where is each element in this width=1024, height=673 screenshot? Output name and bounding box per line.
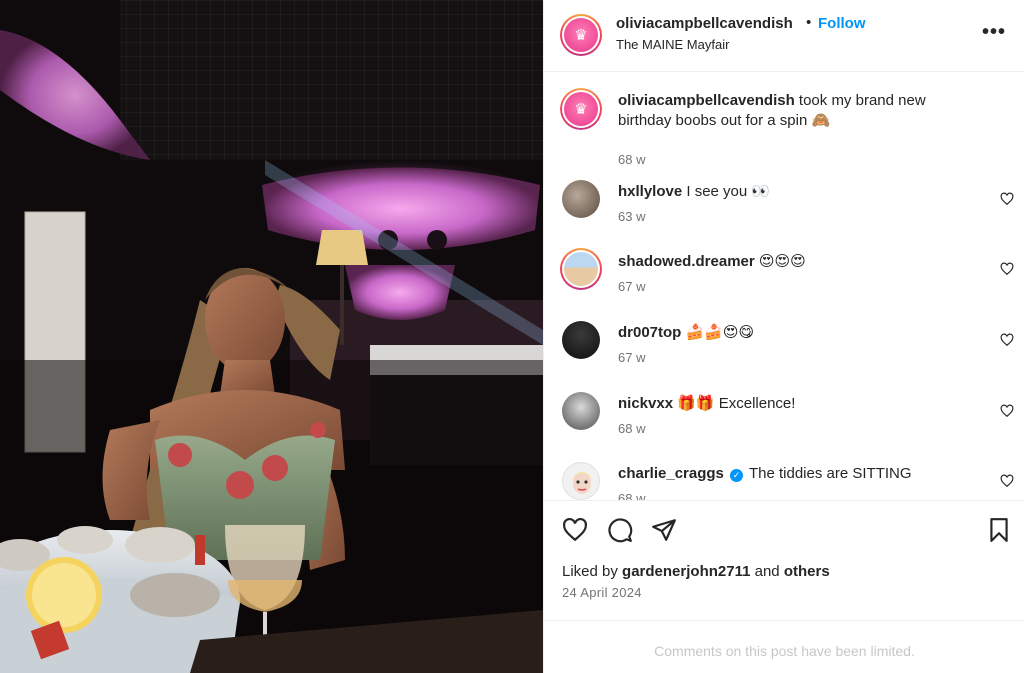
commenter-avatar[interactable]	[562, 462, 600, 500]
comment-username[interactable]: charlie_craggs	[618, 465, 724, 482]
liked-by-others[interactable]: others	[784, 563, 830, 580]
comment-time: 67 w	[618, 350, 646, 365]
post-header: ♛ oliviacampbellcavendish • Follow The M…	[544, 0, 1024, 72]
caption-avatar[interactable]: ♛	[560, 88, 602, 130]
comment-username[interactable]: nickvxx	[618, 395, 673, 412]
heart-icon[interactable]	[562, 517, 588, 543]
commenter-avatar[interactable]	[560, 248, 602, 290]
verified-badge-icon: ✓	[730, 469, 744, 482]
likes-summary: Liked by gardenerjohn2711 and others	[562, 563, 830, 580]
more-options-icon[interactable]: •••	[982, 22, 1006, 42]
comment-username[interactable]: dr007top	[618, 324, 681, 341]
comment-text: 🍰🍰😍😋	[685, 324, 755, 341]
author-avatar[interactable]: ♛	[560, 14, 602, 56]
separator-dot: •	[806, 14, 812, 31]
commenter-avatar[interactable]	[562, 321, 600, 359]
bookmark-icon[interactable]	[986, 517, 1012, 543]
comments-limited-notice: Comments on this post have been limited.	[544, 620, 1024, 673]
crest-logo-icon: ♛	[564, 92, 598, 126]
comment-text: 😍😍😍	[758, 253, 806, 270]
comment-text: 🎁🎁 Excellence!	[677, 395, 796, 412]
comment-text: I see you 👀	[686, 183, 771, 200]
comment-like-heart-icon[interactable]	[1000, 192, 1014, 206]
paper-plane-icon[interactable]	[651, 517, 677, 543]
commenter-avatar[interactable]	[562, 180, 600, 218]
post-sidebar: ♛ oliviacampbellcavendish • Follow The M…	[543, 0, 1024, 673]
comment-like-heart-icon[interactable]	[1000, 404, 1014, 418]
comment-like-heart-icon[interactable]	[1000, 333, 1014, 347]
comments-list[interactable]: ♛ oliviacampbellcavendish took my brand …	[544, 72, 1024, 500]
comment-like-heart-icon[interactable]	[1000, 262, 1014, 276]
comment-time: 67 w	[618, 279, 646, 294]
crest-logo-icon: ♛	[564, 18, 598, 52]
comment-time: 63 w	[618, 209, 646, 224]
likes-prefix: Liked by	[562, 563, 618, 580]
comment-like-heart-icon[interactable]	[1000, 474, 1014, 488]
post-date[interactable]: 24 April 2024	[562, 585, 642, 600]
likes-middle: and	[754, 563, 780, 580]
author-username[interactable]: oliviacampbellcavendish	[616, 15, 793, 32]
commenter-avatar[interactable]	[562, 392, 600, 430]
post-actions: Liked by gardenerjohn2711 and others 24 …	[544, 500, 1024, 620]
caption-time: 68 w	[618, 152, 646, 167]
comment-icon[interactable]	[607, 517, 633, 543]
photo-restaurant-scene	[0, 0, 543, 673]
follow-button[interactable]: Follow	[818, 15, 866, 32]
caption-username[interactable]: oliviacampbellcavendish	[618, 92, 795, 109]
comment-time: 68 w	[618, 491, 646, 500]
comment-time: 68 w	[618, 421, 646, 436]
post-location[interactable]: The MAINE Mayfair	[616, 37, 729, 52]
comment-username[interactable]: hxllylove	[618, 183, 682, 200]
comment-username[interactable]: shadowed.dreamer	[618, 253, 755, 270]
comment-text: The tiddies are SITTING	[748, 465, 912, 482]
liked-by-user[interactable]: gardenerjohn2711	[622, 563, 750, 580]
post-photo[interactable]	[0, 0, 543, 673]
